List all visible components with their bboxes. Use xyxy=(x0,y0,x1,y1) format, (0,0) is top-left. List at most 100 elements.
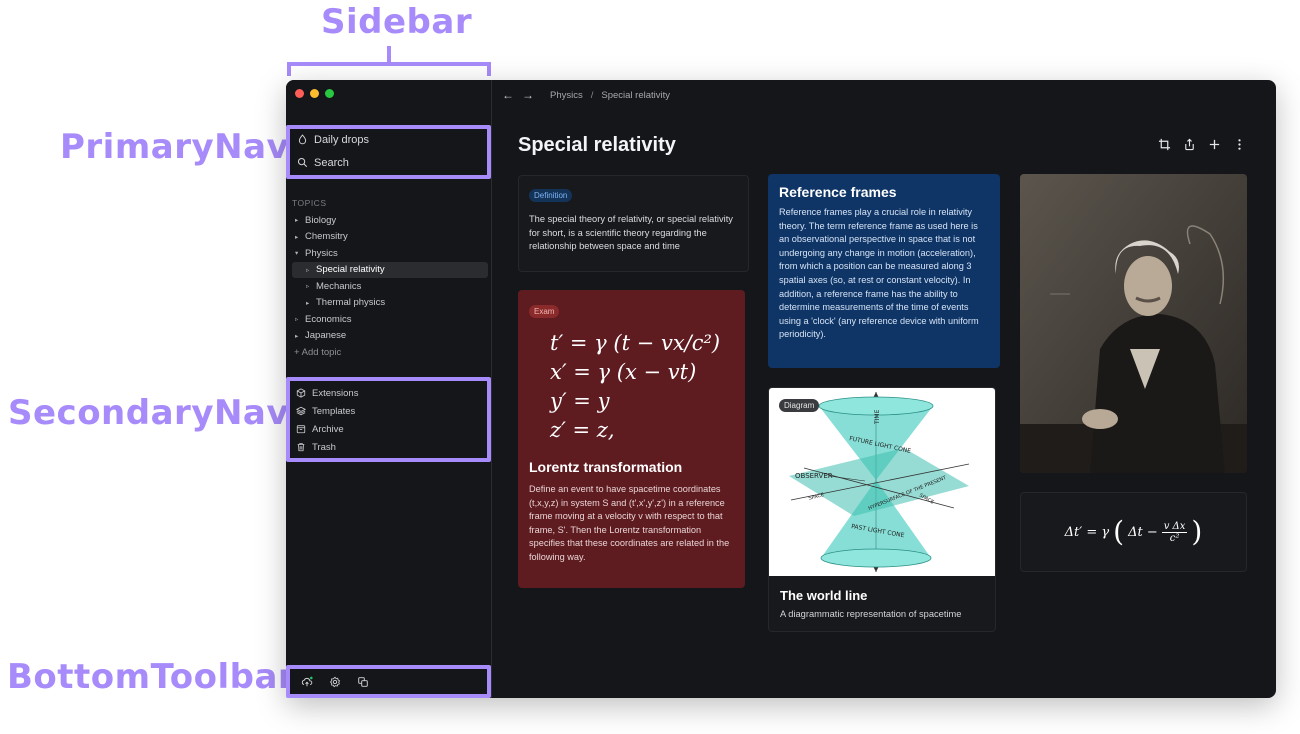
settings-icon[interactable] xyxy=(329,676,341,688)
topic-label: Special relativity xyxy=(316,264,385,276)
more-vertical-icon[interactable] xyxy=(1233,138,1246,151)
bottom-toolbar xyxy=(292,670,488,694)
primary-nav: Daily drops Search xyxy=(292,128,488,174)
caret-right-outline-icon: ▹ xyxy=(306,266,310,274)
time-dilation-card[interactable]: Δt′ = γ ( Δt − v Δx c² ) xyxy=(1020,492,1247,572)
crop-icon[interactable] xyxy=(1158,138,1171,151)
topic-label: Biology xyxy=(305,214,337,226)
window-controls xyxy=(295,89,334,98)
nav-archive-label: Archive xyxy=(312,423,344,435)
topic-biology[interactable]: ▸ Biology xyxy=(292,212,488,229)
light-cone-illustration: TIME FUTURE LIGHT CONE OBSERVER HYPERSUR… xyxy=(789,392,970,572)
caret-right-icon: ▸ xyxy=(306,299,310,307)
breadcrumb-parent[interactable]: Physics xyxy=(550,90,583,101)
maximize-window-button[interactable] xyxy=(325,89,334,98)
topic-label: Mechanics xyxy=(316,280,362,292)
equation-fraction: v Δx c² xyxy=(1161,520,1188,544)
cube-icon xyxy=(296,388,306,398)
nav-templates[interactable]: Templates xyxy=(292,402,488,420)
equation-t: t′ = γ (t − vx/c²) xyxy=(550,331,721,355)
caret-down-icon: ▾ xyxy=(295,250,299,258)
nav-trash[interactable]: Trash xyxy=(292,438,488,456)
reference-frames-card[interactable]: Reference frames Reference frames play a… xyxy=(768,174,1000,368)
forward-arrow-icon[interactable]: → xyxy=(522,88,534,102)
duplicate-icon[interactable] xyxy=(357,676,369,688)
topic-label: Economics xyxy=(305,313,352,325)
search-icon xyxy=(297,157,308,168)
topic-japanese[interactable]: ▸ Japanese xyxy=(292,328,488,345)
caret-right-icon: ▸ xyxy=(295,233,299,241)
fraction-denominator: c² xyxy=(1169,532,1180,544)
equation-z: z′ = z, xyxy=(550,418,615,442)
plus-icon[interactable] xyxy=(1208,138,1221,151)
topic-physics[interactable]: ▾ Physics xyxy=(292,245,488,262)
annotation-primary-nav: PrimaryNav xyxy=(60,127,290,167)
light-cone-diagram: TIME FUTURE LIGHT CONE OBSERVER HYPERSUR… xyxy=(769,388,995,576)
topic-special-relativity[interactable]: ▹ Special relativity xyxy=(292,261,488,278)
nav-daily-drops[interactable]: Daily drops xyxy=(292,128,488,151)
equation-lhs: Δt′ = γ xyxy=(1064,524,1110,540)
cloud-sync-icon[interactable] xyxy=(301,676,313,688)
page-title: Special relativity xyxy=(518,134,676,156)
nav-trash-label: Trash xyxy=(312,441,336,453)
caret-right-icon: ▸ xyxy=(295,332,299,340)
app-window: Daily drops Search TOPICS ▸ Biology ▸ Chem… xyxy=(286,80,1276,698)
breadcrumb-current: Special relativity xyxy=(601,89,671,101)
lorentz-equations: t′ = γ (t − vx/c²) x′ = γ (x − vt) y′ = … xyxy=(550,329,734,445)
topics-header: TOPICS xyxy=(292,198,327,208)
diagram-label-space-left: SPACE xyxy=(808,492,825,502)
diagram-label-observer: OBSERVER xyxy=(795,472,833,480)
topic-label: Japanese xyxy=(305,330,347,342)
page-actions xyxy=(1158,138,1246,151)
fraction-numerator: v Δx xyxy=(1161,520,1188,533)
definition-card[interactable]: Definition The special theory of relativ… xyxy=(518,175,749,272)
caret-right-outline-icon: ▹ xyxy=(306,283,310,291)
annotation-secondary-nav: SecondaryNav xyxy=(8,393,290,433)
topic-label: Physics xyxy=(305,247,338,259)
portrait-photo-card[interactable] xyxy=(1020,174,1247,473)
nav-archive[interactable]: Archive xyxy=(292,420,488,438)
nav-extensions-label: Extensions xyxy=(312,387,359,399)
annotation-bracket xyxy=(287,62,491,76)
close-window-button[interactable] xyxy=(295,89,304,98)
topics-tree: TOPICS ▸ Biology ▸ Chemsitry ▾ Physics ▹ Spe… xyxy=(292,198,488,361)
diagram-label-time: TIME xyxy=(874,409,881,425)
add-topic-button[interactable]: + Add topic xyxy=(292,344,488,361)
nav-extensions[interactable]: Extensions xyxy=(292,384,488,402)
equation-x: x′ = γ (x − vt) xyxy=(550,360,697,384)
portrait-photo xyxy=(1020,174,1247,473)
caret-right-outline-icon: ▹ xyxy=(295,316,299,324)
world-line-body: A diagrammatic representation of spaceti… xyxy=(780,609,962,619)
caret-right-icon: ▸ xyxy=(295,217,299,225)
minimize-window-button[interactable] xyxy=(310,89,319,98)
sidebar: Daily drops Search TOPICS ▸ Biology ▸ Chem… xyxy=(286,80,492,698)
equation-inner: Δt − xyxy=(1128,524,1158,540)
trash-icon xyxy=(297,443,305,452)
lorentz-body: Define an event to have spacetime coordi… xyxy=(529,484,730,562)
nav-daily-drops-label: Daily drops xyxy=(314,133,370,146)
topic-thermal-physics[interactable]: ▸ Thermal physics xyxy=(292,295,488,312)
topic-economics[interactable]: ▹ Economics xyxy=(292,311,488,328)
left-paren: ( xyxy=(1113,515,1125,548)
back-arrow-icon[interactable]: ← xyxy=(502,88,514,102)
annotation-bottom-toolbar: BottomToolbar xyxy=(7,657,296,697)
topic-mechanics[interactable]: ▹ Mechanics xyxy=(292,278,488,295)
topic-label: Chemsitry xyxy=(305,231,348,243)
world-line-title: The world line xyxy=(780,588,868,603)
nav-search[interactable]: Search xyxy=(292,151,488,174)
nav-search-label: Search xyxy=(314,156,349,169)
topic-label: Thermal physics xyxy=(316,297,386,309)
lorentz-card[interactable]: Exam t′ = γ (t − vx/c²) x′ = γ (x − vt) … xyxy=(518,290,745,588)
time-dilation-equation: Δt′ = γ ( Δt − v Δx c² ) xyxy=(1065,518,1203,546)
world-line-card[interactable]: TIME FUTURE LIGHT CONE OBSERVER HYPERSUR… xyxy=(768,387,996,632)
layers-icon xyxy=(296,406,306,416)
exam-badge: Exam xyxy=(529,305,560,318)
topic-chemistry[interactable]: ▸ Chemsitry xyxy=(292,229,488,246)
breadcrumb: ← → Physics / Special relativity xyxy=(502,86,670,104)
reference-frames-body: Reference frames play a crucial role in … xyxy=(779,207,979,340)
definition-body: The special theory of relativity, or spe… xyxy=(529,214,733,252)
lorentz-title: Lorentz transformation xyxy=(529,459,683,475)
breadcrumb-separator: / xyxy=(590,89,594,101)
share-icon[interactable] xyxy=(1183,138,1196,151)
annotation-sidebar: Sidebar xyxy=(321,2,473,42)
